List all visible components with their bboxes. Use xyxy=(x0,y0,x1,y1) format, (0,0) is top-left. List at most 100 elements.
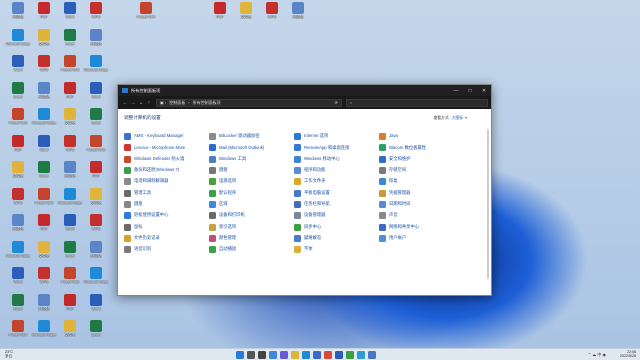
desktop-icon[interactable]: Excel xyxy=(5,81,31,108)
control-panel-item[interactable]: 同步中心 xyxy=(294,221,378,232)
control-panel-item[interactable]: AMS - Keyboard Manager xyxy=(124,131,208,142)
word-icon[interactable] xyxy=(335,351,343,359)
control-panel-item[interactable]: 自动播放 xyxy=(209,244,293,255)
control-panel-item[interactable]: RemoteApp 和桌面连接 xyxy=(294,142,378,153)
desktop-icon[interactable]: Word xyxy=(5,55,31,81)
control-panel-item[interactable]: Internet 选项 xyxy=(294,131,378,142)
desktop-icon[interactable]: Word xyxy=(83,293,109,320)
control-panel-item[interactable]: 安全和维护 xyxy=(379,154,463,165)
desktop-icon[interactable]: PDF xyxy=(83,161,109,187)
desktop-icon[interactable]: PDF xyxy=(31,2,57,28)
search-icon[interactable] xyxy=(247,351,255,359)
control-panel-item[interactable]: 电话和调制解调器 xyxy=(124,176,208,187)
desktop-icon[interactable]: WPS xyxy=(83,214,109,240)
desktop-icon[interactable]: Word xyxy=(5,267,31,293)
control-panel-item[interactable]: BitLocker 驱动器加密 xyxy=(209,131,293,142)
desktop-icon[interactable]: Microsoft Edge xyxy=(31,108,57,134)
control-panel-item[interactable]: Lenovo - Microphone Mute xyxy=(124,142,208,153)
control-panel-item[interactable]: 日期和时间 xyxy=(379,199,463,210)
desktop-icon[interactable]: 文件夹 xyxy=(5,161,31,187)
desktop-icon[interactable]: Microsoft Edge xyxy=(31,320,57,346)
scrollbar[interactable] xyxy=(487,129,489,279)
desktop-icon[interactable]: Microsoft Edge xyxy=(5,28,31,55)
forward-arrow-icon[interactable]: → xyxy=(129,100,137,106)
clock[interactable]: 22:06 2022/5/26 xyxy=(620,350,636,358)
desktop-icon[interactable]: PDF xyxy=(57,293,83,320)
control-panel-item[interactable]: 凭据管理器 xyxy=(379,187,463,198)
desktop-icon[interactable]: 文件夹 xyxy=(57,108,83,134)
refresh-icon[interactable]: ⟳ xyxy=(335,100,338,105)
control-panel-item[interactable]: 工作文件夹 xyxy=(294,176,378,187)
desktop-icon[interactable]: 文件夹 xyxy=(233,2,259,28)
close-icon[interactable]: ✕ xyxy=(477,88,491,94)
weather-widget[interactable]: 23°C 多云 xyxy=(5,350,13,358)
taskview-icon[interactable] xyxy=(258,351,266,359)
control-panel-item[interactable]: 默认程序 xyxy=(209,187,293,198)
control-panel-item[interactable]: Wacom 数位板属性 xyxy=(379,142,463,153)
desktop-icon[interactable]: Excel xyxy=(31,161,57,187)
control-panel-item[interactable]: 备份和还原(Windows 7) xyxy=(124,165,208,176)
desktop-icon[interactable]: 回收站 xyxy=(31,81,57,108)
desktop-icon[interactable]: PDF xyxy=(5,134,31,161)
control-panel-item[interactable]: 疑难解答 xyxy=(294,233,378,244)
desktop-icon[interactable]: PDF xyxy=(207,2,233,28)
control-panel-item[interactable]: 平板电脑设置 xyxy=(294,187,378,198)
edge-icon[interactable] xyxy=(302,351,310,359)
control-panel-item[interactable]: 轻松使用设置中心 xyxy=(124,210,208,221)
control-panel-item[interactable]: 键盘 xyxy=(124,199,208,210)
control-panel-item[interactable]: 任务栏和导航 xyxy=(294,199,378,210)
desktop-icon[interactable]: PowerPoint xyxy=(5,108,31,134)
desktop-icon[interactable]: Excel xyxy=(5,293,31,320)
control-panel-item[interactable]: 电源选项 xyxy=(209,176,293,187)
control-panel-item[interactable]: 索引选项 xyxy=(209,221,293,232)
control-panel-item[interactable]: Mail (Microsoft Outlook) xyxy=(209,142,293,153)
desktop-icon[interactable]: PDF xyxy=(57,81,83,108)
wechat-icon[interactable] xyxy=(346,351,354,359)
control-panel-item[interactable]: 用户帐户 xyxy=(379,233,463,244)
control-panel-item[interactable]: 区域 xyxy=(209,199,293,210)
control-panel-item[interactable]: Windows 移动中心 xyxy=(294,154,378,165)
chrome-icon[interactable] xyxy=(324,351,332,359)
desktop-icon[interactable]: 文件夹 xyxy=(31,240,57,267)
control-panel-item[interactable]: 颜色管理 xyxy=(209,233,293,244)
desktop-icon[interactable]: 回收站 xyxy=(5,2,31,28)
desktop-icon[interactable]: 文件夹 xyxy=(31,28,57,55)
desktop-icon[interactable]: Word xyxy=(31,134,57,161)
desktop-icon[interactable]: Excel xyxy=(57,240,83,267)
desktop-icon[interactable]: PowerPoint xyxy=(5,320,31,346)
control-panel-item[interactable]: 设备和打印机 xyxy=(209,210,293,221)
desktop-icon[interactable]: Word xyxy=(83,81,109,108)
search-input[interactable]: ⌕ xyxy=(346,98,488,107)
control-panel-item[interactable]: 网络和共享中心 xyxy=(379,221,463,232)
chat-icon[interactable] xyxy=(280,351,288,359)
desktop-icon[interactable]: PDF xyxy=(31,214,57,240)
qq-icon[interactable] xyxy=(357,351,365,359)
desktop-icon[interactable]: Word xyxy=(57,2,83,28)
desktop-icon[interactable]: WPS xyxy=(57,134,83,161)
minimize-icon[interactable]: — xyxy=(449,88,463,94)
control-panel-item[interactable]: Windows Defender 防火墙 xyxy=(124,154,208,165)
desktop-icon[interactable]: 文件夹 xyxy=(83,187,109,214)
desktop-icon[interactable]: 回收站 xyxy=(285,2,311,28)
desktop-icon[interactable]: WPS xyxy=(5,187,31,214)
address-bar[interactable]: ▣ › 控制面板 › 所有控制面板项 ⟳ xyxy=(156,98,342,107)
back-arrow-icon[interactable]: ← xyxy=(121,100,129,106)
desktop-icon[interactable]: Microsoft Edge xyxy=(57,187,83,214)
control-panel-item[interactable]: 字体 xyxy=(294,244,378,255)
control-panel-item[interactable]: 键盘 xyxy=(209,165,293,176)
desktop-icon[interactable]: PowerPoint xyxy=(57,55,83,81)
up-arrow-icon[interactable]: ↑ xyxy=(145,100,153,106)
desktop-icon[interactable]: 回收站 xyxy=(5,214,31,240)
desktop-icon[interactable]: 回收站 xyxy=(31,293,57,320)
control-panel-item[interactable]: 文件历史记录 xyxy=(124,233,208,244)
control-panel-item[interactable]: 存储空间 xyxy=(379,165,463,176)
desktop-icon[interactable]: PowerPoint xyxy=(57,267,83,293)
desktop-icon[interactable]: Microsoft Edge xyxy=(83,55,109,81)
title-bar[interactable]: 所有控制面板项 — □ ✕ xyxy=(118,85,491,96)
desktop-icon[interactable]: 回收站 xyxy=(57,161,83,187)
control-panel-window[interactable]: 所有控制面板项 — □ ✕ ← → ⌄ ↑ ▣ › 控制面板 › 所有控制面板项… xyxy=(117,84,492,296)
control-panel-item[interactable]: 鼠标 xyxy=(124,221,208,232)
desktop-icon[interactable]: WPS xyxy=(31,55,57,81)
control-panel-item[interactable]: 管理工具 xyxy=(124,187,208,198)
desktop-icon[interactable]: WPS xyxy=(259,2,285,28)
